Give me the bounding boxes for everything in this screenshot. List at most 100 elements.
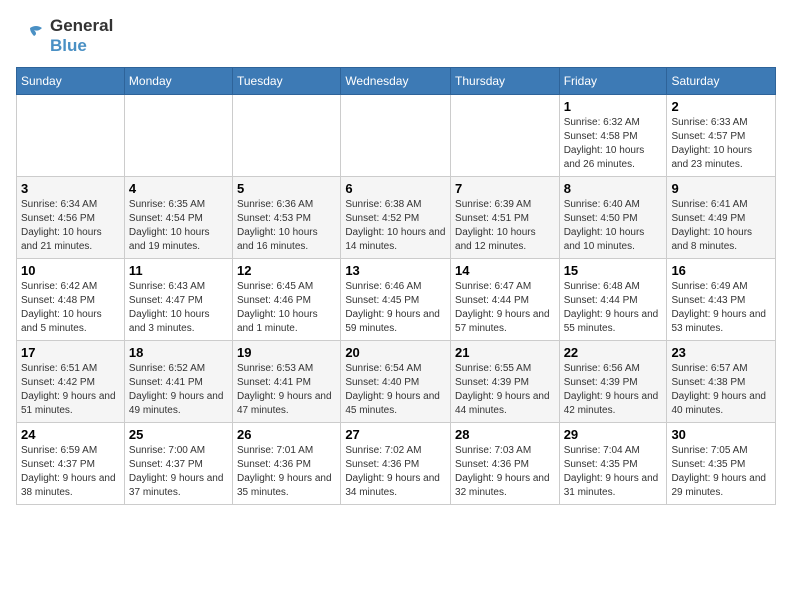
calendar-week-row: 3 Sunrise: 6:34 AM Sunset: 4:56 PM Daylig… [17, 177, 776, 259]
weekday-header: Tuesday [233, 68, 341, 95]
day-number: 3 [21, 181, 120, 196]
day-number: 24 [21, 427, 120, 442]
calendar-cell: 6 Sunrise: 6:38 AM Sunset: 4:52 PM Daylig… [341, 177, 451, 259]
day-number: 22 [564, 345, 663, 360]
day-number: 19 [237, 345, 336, 360]
day-number: 14 [455, 263, 555, 278]
calendar-cell [451, 95, 560, 177]
calendar-cell [341, 95, 451, 177]
calendar-cell: 1 Sunrise: 6:32 AM Sunset: 4:58 PM Daylig… [559, 95, 667, 177]
weekday-header-row: SundayMondayTuesdayWednesdayThursdayFrid… [17, 68, 776, 95]
day-info: Sunrise: 6:55 AM Sunset: 4:39 PM Dayligh… [455, 362, 555, 418]
day-info: Sunrise: 7:03 AM Sunset: 4:36 PM Dayligh… [455, 444, 555, 500]
calendar-week-row: 1 Sunrise: 6:32 AM Sunset: 4:58 PM Daylig… [17, 95, 776, 177]
day-info: Sunrise: 6:57 AM Sunset: 4:38 PM Dayligh… [671, 362, 771, 418]
calendar-cell: 2Sunrise: 6:33 AM Sunset: 4:57 PM Daylig… [667, 95, 776, 177]
day-info: Sunrise: 6:51 AM Sunset: 4:42 PM Dayligh… [21, 362, 120, 418]
calendar-cell: 14 Sunrise: 6:47 AM Sunset: 4:44 PM Dayli… [451, 259, 560, 341]
day-number: 11 [129, 263, 228, 278]
calendar-table: SundayMondayTuesdayWednesdayThursdayFrid… [16, 67, 776, 505]
day-number: 5 [237, 181, 336, 196]
day-number: 16 [671, 263, 771, 278]
day-info: Sunrise: 6:46 AM Sunset: 4:45 PM Dayligh… [345, 280, 446, 336]
logo: General Blue [16, 16, 113, 55]
day-info: Sunrise: 7:00 AM Sunset: 4:37 PM Dayligh… [129, 444, 228, 500]
calendar-cell: 11 Sunrise: 6:43 AM Sunset: 4:47 PM Dayli… [124, 259, 232, 341]
day-info: Sunrise: 6:47 AM Sunset: 4:44 PM Dayligh… [455, 280, 555, 336]
day-info: Sunrise: 6:45 AM Sunset: 4:46 PM Dayligh… [237, 280, 336, 336]
day-number: 18 [129, 345, 228, 360]
day-number: 13 [345, 263, 446, 278]
calendar-cell: 21 Sunrise: 6:55 AM Sunset: 4:39 PM Dayli… [451, 341, 560, 423]
day-number: 26 [237, 427, 336, 442]
calendar-cell: 19 Sunrise: 6:53 AM Sunset: 4:41 PM Dayli… [233, 341, 341, 423]
day-number: 20 [345, 345, 446, 360]
day-info: Sunrise: 6:35 AM Sunset: 4:54 PM Dayligh… [129, 198, 228, 254]
day-info: Sunrise: 6:49 AM Sunset: 4:43 PM Dayligh… [671, 280, 771, 336]
calendar-cell [17, 95, 125, 177]
day-info: Sunrise: 6:52 AM Sunset: 4:41 PM Dayligh… [129, 362, 228, 418]
day-number: 21 [455, 345, 555, 360]
calendar-cell: 23 Sunrise: 6:57 AM Sunset: 4:38 PM Dayli… [667, 341, 776, 423]
calendar-week-row: 24 Sunrise: 6:59 AM Sunset: 4:37 PM Dayli… [17, 423, 776, 505]
day-info: Sunrise: 6:32 AM Sunset: 4:58 PM Dayligh… [564, 116, 663, 172]
calendar-week-row: 17 Sunrise: 6:51 AM Sunset: 4:42 PM Dayli… [17, 341, 776, 423]
calendar-week-row: 10 Sunrise: 6:42 AM Sunset: 4:48 PM Dayli… [17, 259, 776, 341]
weekday-header: Saturday [667, 68, 776, 95]
page-header: General Blue [16, 16, 776, 55]
calendar-cell: 5 Sunrise: 6:36 AM Sunset: 4:53 PM Daylig… [233, 177, 341, 259]
day-info: Sunrise: 7:02 AM Sunset: 4:36 PM Dayligh… [345, 444, 446, 500]
day-number: 25 [129, 427, 228, 442]
day-info: Sunrise: 6:42 AM Sunset: 4:48 PM Dayligh… [21, 280, 120, 336]
day-number: 30 [671, 427, 771, 442]
day-number: 23 [671, 345, 771, 360]
day-number: 6 [345, 181, 446, 196]
weekday-header: Thursday [451, 68, 560, 95]
day-info: Sunrise: 6:34 AM Sunset: 4:56 PM Dayligh… [21, 198, 120, 254]
calendar-cell: 27Sunrise: 7:02 AM Sunset: 4:36 PM Dayli… [341, 423, 451, 505]
logo-line1: General [50, 16, 113, 36]
day-info: Sunrise: 6:48 AM Sunset: 4:44 PM Dayligh… [564, 280, 663, 336]
calendar-cell: 3 Sunrise: 6:34 AM Sunset: 4:56 PM Daylig… [17, 177, 125, 259]
calendar-cell [233, 95, 341, 177]
weekday-header: Wednesday [341, 68, 451, 95]
day-number: 29 [564, 427, 663, 442]
calendar-cell [124, 95, 232, 177]
day-number: 1 [564, 99, 663, 114]
day-info: Sunrise: 6:59 AM Sunset: 4:37 PM Dayligh… [21, 444, 120, 500]
calendar-cell: 18 Sunrise: 6:52 AM Sunset: 4:41 PM Dayli… [124, 341, 232, 423]
calendar-cell: 26Sunrise: 7:01 AM Sunset: 4:36 PM Dayli… [233, 423, 341, 505]
calendar-cell: 7 Sunrise: 6:39 AM Sunset: 4:51 PM Daylig… [451, 177, 560, 259]
day-info: Sunrise: 6:36 AM Sunset: 4:53 PM Dayligh… [237, 198, 336, 254]
logo-bird-icon [16, 22, 44, 50]
day-number: 8 [564, 181, 663, 196]
day-info: Sunrise: 6:33 AM Sunset: 4:57 PM Dayligh… [671, 116, 771, 172]
weekday-header: Sunday [17, 68, 125, 95]
calendar-cell: 25 Sunrise: 7:00 AM Sunset: 4:37 PM Dayli… [124, 423, 232, 505]
day-info: Sunrise: 6:38 AM Sunset: 4:52 PM Dayligh… [345, 198, 446, 254]
calendar-cell: 12 Sunrise: 6:45 AM Sunset: 4:46 PM Dayli… [233, 259, 341, 341]
calendar-cell: 30 Sunrise: 7:05 AM Sunset: 4:35 PM Dayli… [667, 423, 776, 505]
day-info: Sunrise: 6:54 AM Sunset: 4:40 PM Dayligh… [345, 362, 446, 418]
calendar-cell: 28 Sunrise: 7:03 AM Sunset: 4:36 PM Dayli… [451, 423, 560, 505]
calendar-cell: 9Sunrise: 6:41 AM Sunset: 4:49 PM Daylig… [667, 177, 776, 259]
day-number: 10 [21, 263, 120, 278]
calendar-cell: 15Sunrise: 6:48 AM Sunset: 4:44 PM Dayli… [559, 259, 667, 341]
day-number: 12 [237, 263, 336, 278]
day-info: Sunrise: 6:56 AM Sunset: 4:39 PM Dayligh… [564, 362, 663, 418]
calendar-cell: 20 Sunrise: 6:54 AM Sunset: 4:40 PM Dayli… [341, 341, 451, 423]
weekday-header: Friday [559, 68, 667, 95]
day-number: 28 [455, 427, 555, 442]
calendar-cell: 22 Sunrise: 6:56 AM Sunset: 4:39 PM Dayli… [559, 341, 667, 423]
day-number: 7 [455, 181, 555, 196]
day-info: Sunrise: 6:53 AM Sunset: 4:41 PM Dayligh… [237, 362, 336, 418]
calendar-cell: 8Sunrise: 6:40 AM Sunset: 4:50 PM Daylig… [559, 177, 667, 259]
day-number: 9 [671, 181, 771, 196]
day-info: Sunrise: 6:39 AM Sunset: 4:51 PM Dayligh… [455, 198, 555, 254]
calendar-cell: 13 Sunrise: 6:46 AM Sunset: 4:45 PM Dayli… [341, 259, 451, 341]
calendar-cell: 29 Sunrise: 7:04 AM Sunset: 4:35 PM Dayli… [559, 423, 667, 505]
day-info: Sunrise: 6:43 AM Sunset: 4:47 PM Dayligh… [129, 280, 228, 336]
day-number: 17 [21, 345, 120, 360]
day-info: Sunrise: 7:04 AM Sunset: 4:35 PM Dayligh… [564, 444, 663, 500]
day-info: Sunrise: 7:05 AM Sunset: 4:35 PM Dayligh… [671, 444, 771, 500]
